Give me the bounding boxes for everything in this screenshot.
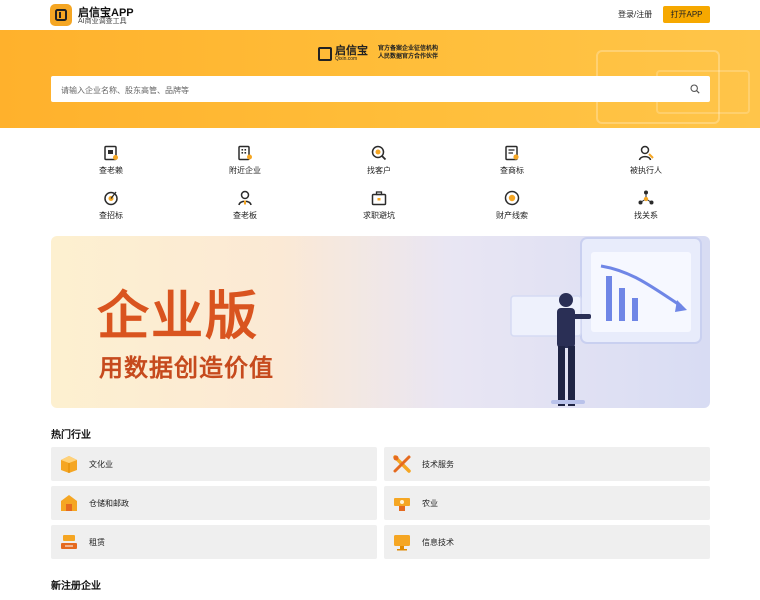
industry-label: 租赁 [89, 538, 105, 547]
banner-title: 企业版 [97, 288, 260, 346]
it-icon [394, 535, 410, 551]
culture-icon [61, 456, 77, 473]
hero-banner: 启信宝 Qixin.com 官方备案企业征信机构 人民数据官方合作伙伴 [0, 30, 760, 128]
quick-link-debtor[interactable]: 查老赖 [71, 145, 151, 176]
brand-domain: Qixin.com [335, 56, 358, 62]
quick-link-label: 查招标 [99, 211, 123, 220]
quick-link-boss[interactable]: 查老板 [205, 190, 285, 221]
quick-link-executed-person[interactable]: 被执行人 [606, 145, 686, 176]
brand-logo: 启信宝 Qixin.com 官方备案企业征信机构 人民数据官方合作伙伴 [318, 46, 438, 62]
industry-label: 文化业 [89, 460, 113, 469]
industry-card-warehouse[interactable]: 仓储和邮政 [51, 486, 377, 520]
quick-link-find-customer[interactable]: 找客户 [339, 145, 419, 176]
quick-link-property-clue[interactable]: 财产线索 [472, 190, 552, 221]
quick-link-label: 财产线索 [496, 211, 528, 220]
bidding-icon [104, 191, 118, 206]
quick-link-label: 找关系 [634, 211, 658, 220]
industry-card-culture[interactable]: 文化业 [51, 447, 377, 481]
property-clue-icon [504, 190, 520, 206]
quick-link-label: 查老板 [233, 211, 257, 220]
leasing-icon [61, 535, 77, 549]
industry-label: 仓储和邮政 [89, 499, 129, 508]
find-customer-icon [371, 145, 387, 161]
quick-link-label: 找客户 [367, 166, 391, 175]
enterprise-banner[interactable]: 企业版 用数据创造价值 [51, 236, 710, 408]
login-register-link[interactable]: 登录/注册 [618, 9, 652, 20]
search-input[interactable] [59, 76, 683, 104]
quick-link-label: 查商标 [500, 166, 524, 175]
industry-card-agriculture[interactable]: 农业 [384, 486, 710, 520]
top-bar: 启信宝APP AI商业调查工具 登录/注册 打开APP [0, 0, 760, 30]
executed-person-icon [638, 145, 654, 161]
debtor-doc-icon [104, 145, 118, 161]
quick-link-label: 附近企业 [229, 166, 261, 175]
quick-link-label: 查老赖 [99, 166, 123, 175]
app-subtitle: AI商业调查工具 [78, 18, 127, 25]
briefcase-icon [371, 191, 387, 206]
warehouse-icon [61, 495, 77, 511]
tech-service-icon [393, 455, 411, 473]
new-companies-title: 新注册企业 [51, 581, 101, 592]
search-icon[interactable] [690, 84, 700, 94]
quick-link-job-safety[interactable]: 求职避坑 [339, 190, 419, 221]
industry-card-tech-service[interactable]: 技术服务 [384, 447, 710, 481]
quick-link-trademark[interactable]: 查商标 [472, 145, 552, 176]
hot-industries-title: 热门行业 [51, 430, 91, 441]
industry-label: 信息技术 [422, 538, 454, 547]
relation-icon [638, 190, 654, 205]
brand-tagline: 官方备案企业征信机构 [378, 46, 439, 53]
quick-link-label: 被执行人 [630, 166, 662, 175]
industry-card-leasing[interactable]: 租赁 [51, 525, 377, 559]
industry-label: 技术服务 [422, 460, 454, 469]
banner-subtitle: 用数据创造价值 [99, 355, 274, 382]
quick-link-bidding[interactable]: 查招标 [71, 190, 151, 221]
trademark-icon [505, 145, 519, 161]
agriculture-icon [394, 498, 410, 511]
brand-mark-icon [318, 47, 332, 61]
industry-label: 农业 [422, 499, 438, 508]
search-box [51, 76, 710, 104]
quick-link-label: 求职避坑 [363, 211, 395, 220]
open-app-button[interactable]: 打开APP [663, 6, 710, 23]
nearby-building-icon [238, 145, 252, 161]
quick-link-nearby[interactable]: 附近企业 [205, 145, 285, 176]
app-logo-icon[interactable] [50, 4, 72, 26]
brand-tagline: 人民数据官方合作伙伴 [378, 54, 439, 60]
quick-link-relation[interactable]: 找关系 [606, 190, 686, 221]
banner-illustration [510, 237, 702, 406]
boss-icon [238, 190, 252, 206]
industry-card-it[interactable]: 信息技术 [384, 525, 710, 559]
